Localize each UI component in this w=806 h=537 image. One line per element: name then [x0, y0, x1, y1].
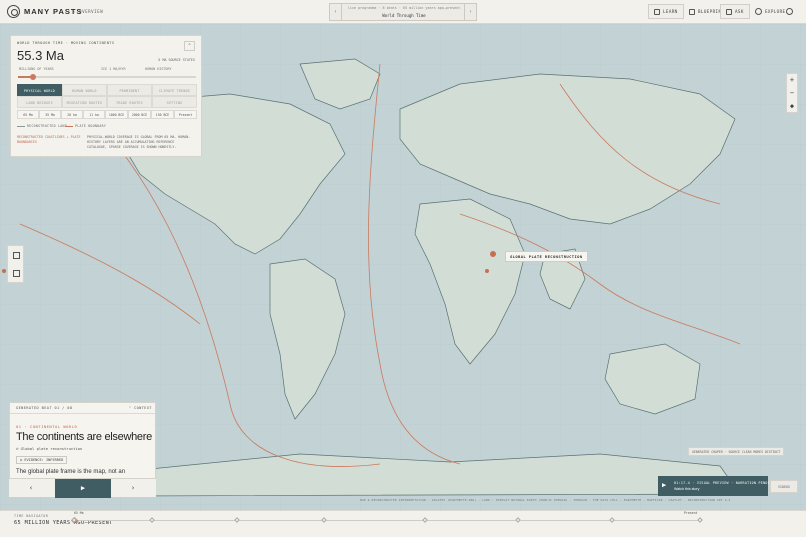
map-pin-secondary[interactable] [485, 269, 489, 273]
map-pin-edge[interactable] [2, 269, 6, 273]
tab-physical-world[interactable]: PHYSICAL WORLD [17, 84, 62, 96]
map-credits: MAP & RECONSTRUCTED INTERPRETATION · GPL… [360, 498, 731, 502]
age-preset[interactable]: 2000 BCE [128, 110, 151, 119]
story-subtitle: live programme · 8 beats · 65 million ye… [347, 6, 461, 10]
story-title: World Through Time [382, 13, 426, 18]
map-tooltip: GLOBAL PLATE RECONSTRUCTION [505, 251, 588, 262]
previous-story-button[interactable]: ‹ [330, 4, 342, 20]
time-navigator-label: TIME NAVIGATOR [14, 514, 49, 518]
timeline-tick[interactable] [697, 517, 703, 523]
legend-land-label: RECONSTRUCTED LAND [27, 124, 67, 128]
beat-source-label: Global plate reconstruction [20, 446, 83, 451]
age-preset[interactable]: Present [174, 110, 197, 119]
collapse-panel-button[interactable]: ⌃ [184, 41, 195, 51]
help-icon [786, 8, 793, 15]
player-cta: Watch this story [674, 487, 700, 491]
age-preset[interactable]: 150 BCE [151, 110, 174, 119]
tab-climate-trends[interactable]: CLIMATE TRENDS [152, 84, 197, 96]
panel-label: WORLD THROUGH TIME · MOVING CONTINENTS [17, 41, 115, 45]
ask-button[interactable]: ASK [720, 4, 750, 19]
scale-label-millions[interactable]: MILLIONS OF YEARS [19, 67, 54, 71]
ask-label: ASK [735, 9, 744, 14]
story-selector: ‹ live programme · 8 beats · 65 million … [329, 3, 477, 21]
learn-label: LEARN [663, 9, 678, 14]
help-button[interactable] [786, 4, 793, 19]
age-preset[interactable]: 20 ka [61, 110, 83, 119]
legend-plate-label: PLATE BOUNDARY [75, 124, 107, 128]
tab-human-world[interactable]: HUMAN WORLD [62, 84, 107, 96]
tab-migration-routes[interactable]: MIGRATION ROUTES [62, 96, 107, 108]
pen-icon [726, 8, 732, 15]
coverage-title: RECONSTRUCTED COASTLINES + PLATE BOUNDAR… [17, 135, 81, 144]
overview-link[interactable]: ‹ OVERVIEW [73, 9, 103, 14]
evidence-badge: ◎ EVIDENCE: INFERRED [16, 456, 68, 464]
current-age: 55.3 Ma [17, 48, 64, 63]
beat-eyebrow: 01 · CONTINENTAL WORLD [16, 424, 78, 429]
legend-plate: PLATE BOUNDARY [65, 124, 106, 128]
beat-source: ⊘ Global plate reconstruction [16, 446, 82, 451]
book-icon[interactable] [13, 252, 20, 259]
land-swatch [17, 125, 25, 127]
tab-prominent[interactable]: PROMINENT [107, 84, 152, 96]
legend-land: RECONSTRUCTED LAND [17, 124, 67, 128]
scale-label-ice[interactable]: ICE 1 MA/KYR [101, 67, 126, 71]
age-preset[interactable]: 11 ka [83, 110, 105, 119]
tab-setting[interactable]: SETTING [152, 96, 197, 108]
time-navigator: TIME NAVIGATOR 65 MILLION YEARS AGO—PRES… [0, 510, 806, 537]
videos-button[interactable]: VIDEOS [770, 480, 798, 493]
clipboard-icon[interactable] [13, 270, 20, 277]
timeline-tick[interactable] [515, 517, 522, 523]
explore-button[interactable]: EXPLORE [750, 4, 790, 19]
age-preset[interactable]: 65 Ma [17, 110, 39, 119]
logo-icon [7, 5, 20, 18]
beat-counter: GENERATED BEAT 01 / 08 [16, 406, 73, 410]
tab-land-bridges[interactable]: LAND BRIDGES [17, 96, 62, 108]
next-beat-button[interactable]: › [113, 479, 153, 498]
previous-beat-button[interactable]: ‹ [11, 479, 51, 498]
locate-icon[interactable]: ◆ [787, 100, 797, 113]
timeline-tick[interactable] [421, 517, 428, 523]
zoom-in-button[interactable]: + [787, 74, 797, 87]
story-card-controls: ‹ ▶ › [9, 478, 156, 498]
time-slider[interactable] [18, 74, 196, 80]
story-player[interactable]: ▶ 01:17.4 · VISUAL PREVIEW · NARRATION P… [658, 476, 774, 496]
play-button[interactable]: ▶ [55, 479, 111, 498]
timeline-tick[interactable] [149, 517, 156, 523]
tab-trade-routes[interactable]: TRADE ROUTES [107, 96, 152, 108]
left-tool-rail [7, 245, 24, 283]
timeline-tick[interactable] [233, 517, 240, 523]
timeline-tick[interactable] [609, 517, 616, 523]
control-panel: WORLD THROUGH TIME · MOVING CONTINENTS 5… [10, 35, 202, 157]
story-card-header: GENERATED BEAT 01 / 08 ⌃ CONTEXT [10, 403, 155, 414]
present-label: Present [684, 511, 698, 515]
next-story-button[interactable]: › [464, 4, 476, 20]
plate-swatch [65, 125, 73, 127]
compass-icon [755, 8, 762, 15]
document-icon [689, 8, 695, 15]
generated-chapter-badge: GENERATED CHAPER · SOURCE CLEAR MORES DI… [688, 447, 785, 456]
map-pin-primary[interactable] [490, 251, 496, 257]
coverage-note: PHYSICAL-WORLD COVERAGE IS GLOBAL FROM 6… [87, 135, 191, 149]
timeline-track[interactable] [74, 520, 700, 521]
source-state: 5 MA SOURCE STATES [158, 58, 195, 62]
timeline-tick[interactable] [321, 517, 328, 523]
learn-button[interactable]: LEARN [648, 4, 684, 19]
evidence-label: EVIDENCE: INFERRED [24, 458, 64, 462]
zoom-out-button[interactable]: − [787, 87, 797, 100]
current-time-label: 65 Ma [74, 511, 84, 515]
player-status: 01:17.4 · VISUAL PREVIEW · NARRATION PEN… [674, 481, 775, 485]
age-preset[interactable]: 1000 BCE [105, 110, 128, 119]
context-toggle[interactable]: ⌃ CONTEXT [129, 406, 152, 410]
scale-label-human[interactable]: HUMAN HISTORY [145, 67, 172, 71]
age-preset[interactable]: 35 Ma [39, 110, 61, 119]
explore-label: EXPLORE [765, 9, 786, 14]
time-slider-handle[interactable] [30, 74, 37, 80]
beat-body: The global plate frame is the map, not a… [16, 469, 126, 475]
beat-headline: The continents are elsewhere [16, 431, 152, 443]
play-icon[interactable]: ▶ [662, 481, 666, 489]
top-bar: MANY PASTS ‹ OVERVIEW ‹ live programme ·… [0, 0, 806, 24]
zoom-controls: + − ◆ [786, 73, 798, 113]
book-icon [654, 8, 660, 15]
context-label: CONTEXT [134, 406, 152, 410]
